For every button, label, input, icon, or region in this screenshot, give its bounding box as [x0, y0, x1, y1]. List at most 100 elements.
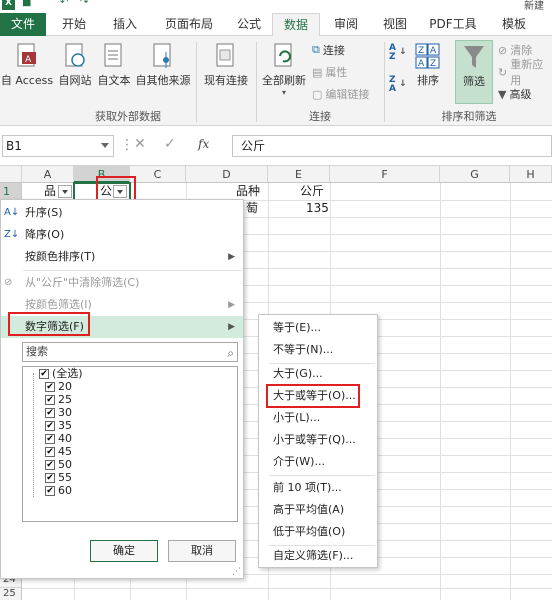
checkbox-checked[interactable]: ✔ [45, 381, 55, 392]
from-other-sources-button[interactable]: 自其他来源 [133, 42, 193, 88]
list-item[interactable]: ✔ 30 [45, 406, 72, 419]
chevron-down-icon[interactable] [101, 143, 109, 148]
tab-review[interactable]: 审阅 [326, 13, 366, 36]
cancel-button[interactable]: 取消 [168, 540, 236, 562]
filter-values-list[interactable]: ✔ (全选) ✔ 20 ✔ 25 ✔ 30 ✔ 35 ✔ 40 ✔ 45 ✔ 50 ✔ 55 ✔ 6… [22, 366, 238, 522]
submenu-item-top-10[interactable]: 前 10 项(T)... [259, 477, 377, 499]
select-all-corner[interactable] [0, 166, 22, 183]
list-item[interactable]: ✔ 35 [45, 419, 72, 432]
sort-descending-icon[interactable]: Z A ↓ [389, 76, 407, 98]
tab-data[interactable]: 数据 [272, 13, 320, 37]
from-text-button[interactable]: 自文本 [95, 42, 133, 88]
checkbox-checked[interactable]: ✔ [45, 433, 55, 444]
checkbox-checked[interactable]: ✔ [45, 472, 55, 483]
filter-button[interactable]: 筛选 [455, 40, 493, 104]
list-item-label: 30 [58, 406, 72, 419]
enter-icon[interactable]: ✓ [164, 136, 176, 152]
cell-e1[interactable]: 公斤 [300, 183, 324, 200]
list-item[interactable]: ✔ 45 [45, 445, 72, 458]
resize-grip-icon[interactable]: ⋰ [232, 567, 241, 577]
filter-dropdown-a1-icon[interactable] [58, 185, 72, 198]
tab-page-layout[interactable]: 页面布局 [156, 13, 222, 36]
refresh-all-button[interactable]: 全部刷新 ▾ [258, 42, 310, 97]
tab-insert[interactable]: 插入 [102, 13, 148, 36]
reapply-button[interactable]: ↻ 重新应用 [498, 58, 552, 87]
ok-button[interactable]: 确定 [90, 540, 158, 562]
menu-item-clear-filter[interactable]: ⊘ 从"公斤"中清除筛选(C) [1, 272, 243, 294]
cell-d1[interactable]: 品种 [236, 183, 260, 200]
tab-formulas[interactable]: 公式 [226, 13, 272, 36]
row-header-1[interactable]: 1 [0, 183, 22, 200]
undo-icon[interactable]: ↶ [60, 0, 68, 8]
submenu-item-not-equals[interactable]: 不等于(N)... [259, 339, 377, 361]
list-item[interactable]: ✔ 20 [45, 380, 72, 393]
cell-e2[interactable]: 135 [306, 200, 329, 217]
list-item-label: 45 [58, 445, 72, 458]
cancel-icon[interactable]: ✕ [134, 136, 146, 152]
submenu-item-greater-or-equal[interactable]: 大于或等于(O)... [259, 385, 377, 407]
menu-separator [23, 270, 241, 271]
checkbox-checked[interactable]: ✔ [39, 368, 49, 379]
properties-button[interactable]: ▤ 属性 [312, 64, 347, 80]
edit-links-button[interactable]: ▢ 编辑链接 [312, 86, 369, 102]
connections-button[interactable]: ⧉ 连接 [312, 42, 345, 58]
cell-a1[interactable]: 品 [44, 183, 56, 200]
refresh-all-label: 全部刷新 [262, 74, 306, 87]
tab-templates[interactable]: 模板 [492, 13, 536, 36]
checkbox-checked[interactable]: ✔ [45, 420, 55, 431]
redo-icon[interactable]: ↷ [80, 0, 88, 8]
tab-pdf-tools[interactable]: PDF工具 [424, 13, 482, 36]
column-header-c[interactable]: C [130, 166, 186, 183]
column-header-e[interactable]: E [268, 166, 330, 183]
existing-connections-button[interactable]: 现有连接 [200, 42, 252, 88]
from-access-button[interactable]: A 自 Access [0, 42, 54, 88]
submenu-item-less-or-equal[interactable]: 小于或等于(Q)... [259, 429, 377, 451]
list-item[interactable]: ✔ 25 [45, 393, 72, 406]
menu-item-sort-ascending[interactable]: A↓ 升序(S) [1, 202, 243, 224]
sort-button[interactable]: ZAAZ 排序 [410, 42, 446, 88]
list-item[interactable]: ✔ 50 [45, 458, 72, 471]
menu-item-sort-by-color[interactable]: 按颜色排序(T) ▶ [1, 246, 243, 268]
cell-b1[interactable]: 公 [100, 183, 112, 200]
checkbox-checked[interactable]: ✔ [45, 459, 55, 470]
column-header-f[interactable]: F [330, 166, 440, 183]
column-header-g[interactable]: G [440, 166, 510, 183]
column-header-d[interactable]: D [186, 166, 268, 183]
submenu-item-between[interactable]: 介于(W)... [259, 451, 377, 473]
window-title: 新建 [524, 1, 544, 12]
submenu-item-greater-than[interactable]: 大于(G)... [259, 363, 377, 385]
sort-ascending-icon[interactable]: A Z ↓ [389, 44, 407, 66]
list-item-select-all[interactable]: ✔ (全选) [39, 367, 83, 380]
submenu-item-above-average[interactable]: 高于平均值(A) [259, 499, 377, 521]
submenu-item-custom-filter[interactable]: 自定义筛选(F)... [259, 545, 377, 567]
checkbox-checked[interactable]: ✔ [45, 446, 55, 457]
checkbox-checked[interactable]: ✔ [45, 394, 55, 405]
list-item[interactable]: ✔ 55 [45, 471, 72, 484]
search-input[interactable]: 搜索 ⌕ [22, 342, 238, 362]
menu-item-number-filters[interactable]: 数字筛选(F) ▶ [1, 316, 243, 338]
save-icon[interactable]: ■ [22, 0, 31, 8]
advanced-button[interactable]: ▼ 高级 [498, 86, 531, 102]
filter-dropdown-b1-icon[interactable] [113, 185, 127, 198]
submenu-item-equals[interactable]: 等于(E)... [259, 317, 377, 339]
submenu-item-below-average[interactable]: 低于平均值(O) [259, 521, 377, 543]
column-header-h[interactable]: H [510, 166, 552, 183]
name-box[interactable]: B1 [2, 135, 114, 157]
tab-home[interactable]: 开始 [52, 13, 96, 36]
column-header-a[interactable]: A [22, 166, 74, 183]
list-item[interactable]: ✔ 60 [45, 484, 72, 497]
list-item[interactable]: ✔ 40 [45, 432, 72, 445]
row-header-25[interactable]: 25 [0, 588, 22, 600]
submenu-item-less-than[interactable]: 小于(L)... [259, 407, 377, 429]
menu-item-sort-descending[interactable]: Z↓ 降序(O) [1, 224, 243, 246]
cell-d2[interactable]: 萄 [246, 200, 258, 217]
menu-item-filter-by-color[interactable]: 按颜色筛选(I) ▶ [1, 294, 243, 316]
checkbox-checked[interactable]: ✔ [45, 485, 55, 496]
formula-input[interactable]: 公斤 [232, 135, 552, 157]
from-web-button[interactable]: 自网站 [56, 42, 94, 88]
tab-file[interactable]: 文件 [0, 13, 46, 36]
tab-view[interactable]: 视图 [374, 13, 416, 36]
insert-function-icon[interactable]: fx [198, 137, 209, 151]
checkbox-checked[interactable]: ✔ [45, 407, 55, 418]
column-header-b[interactable]: B [74, 166, 130, 183]
